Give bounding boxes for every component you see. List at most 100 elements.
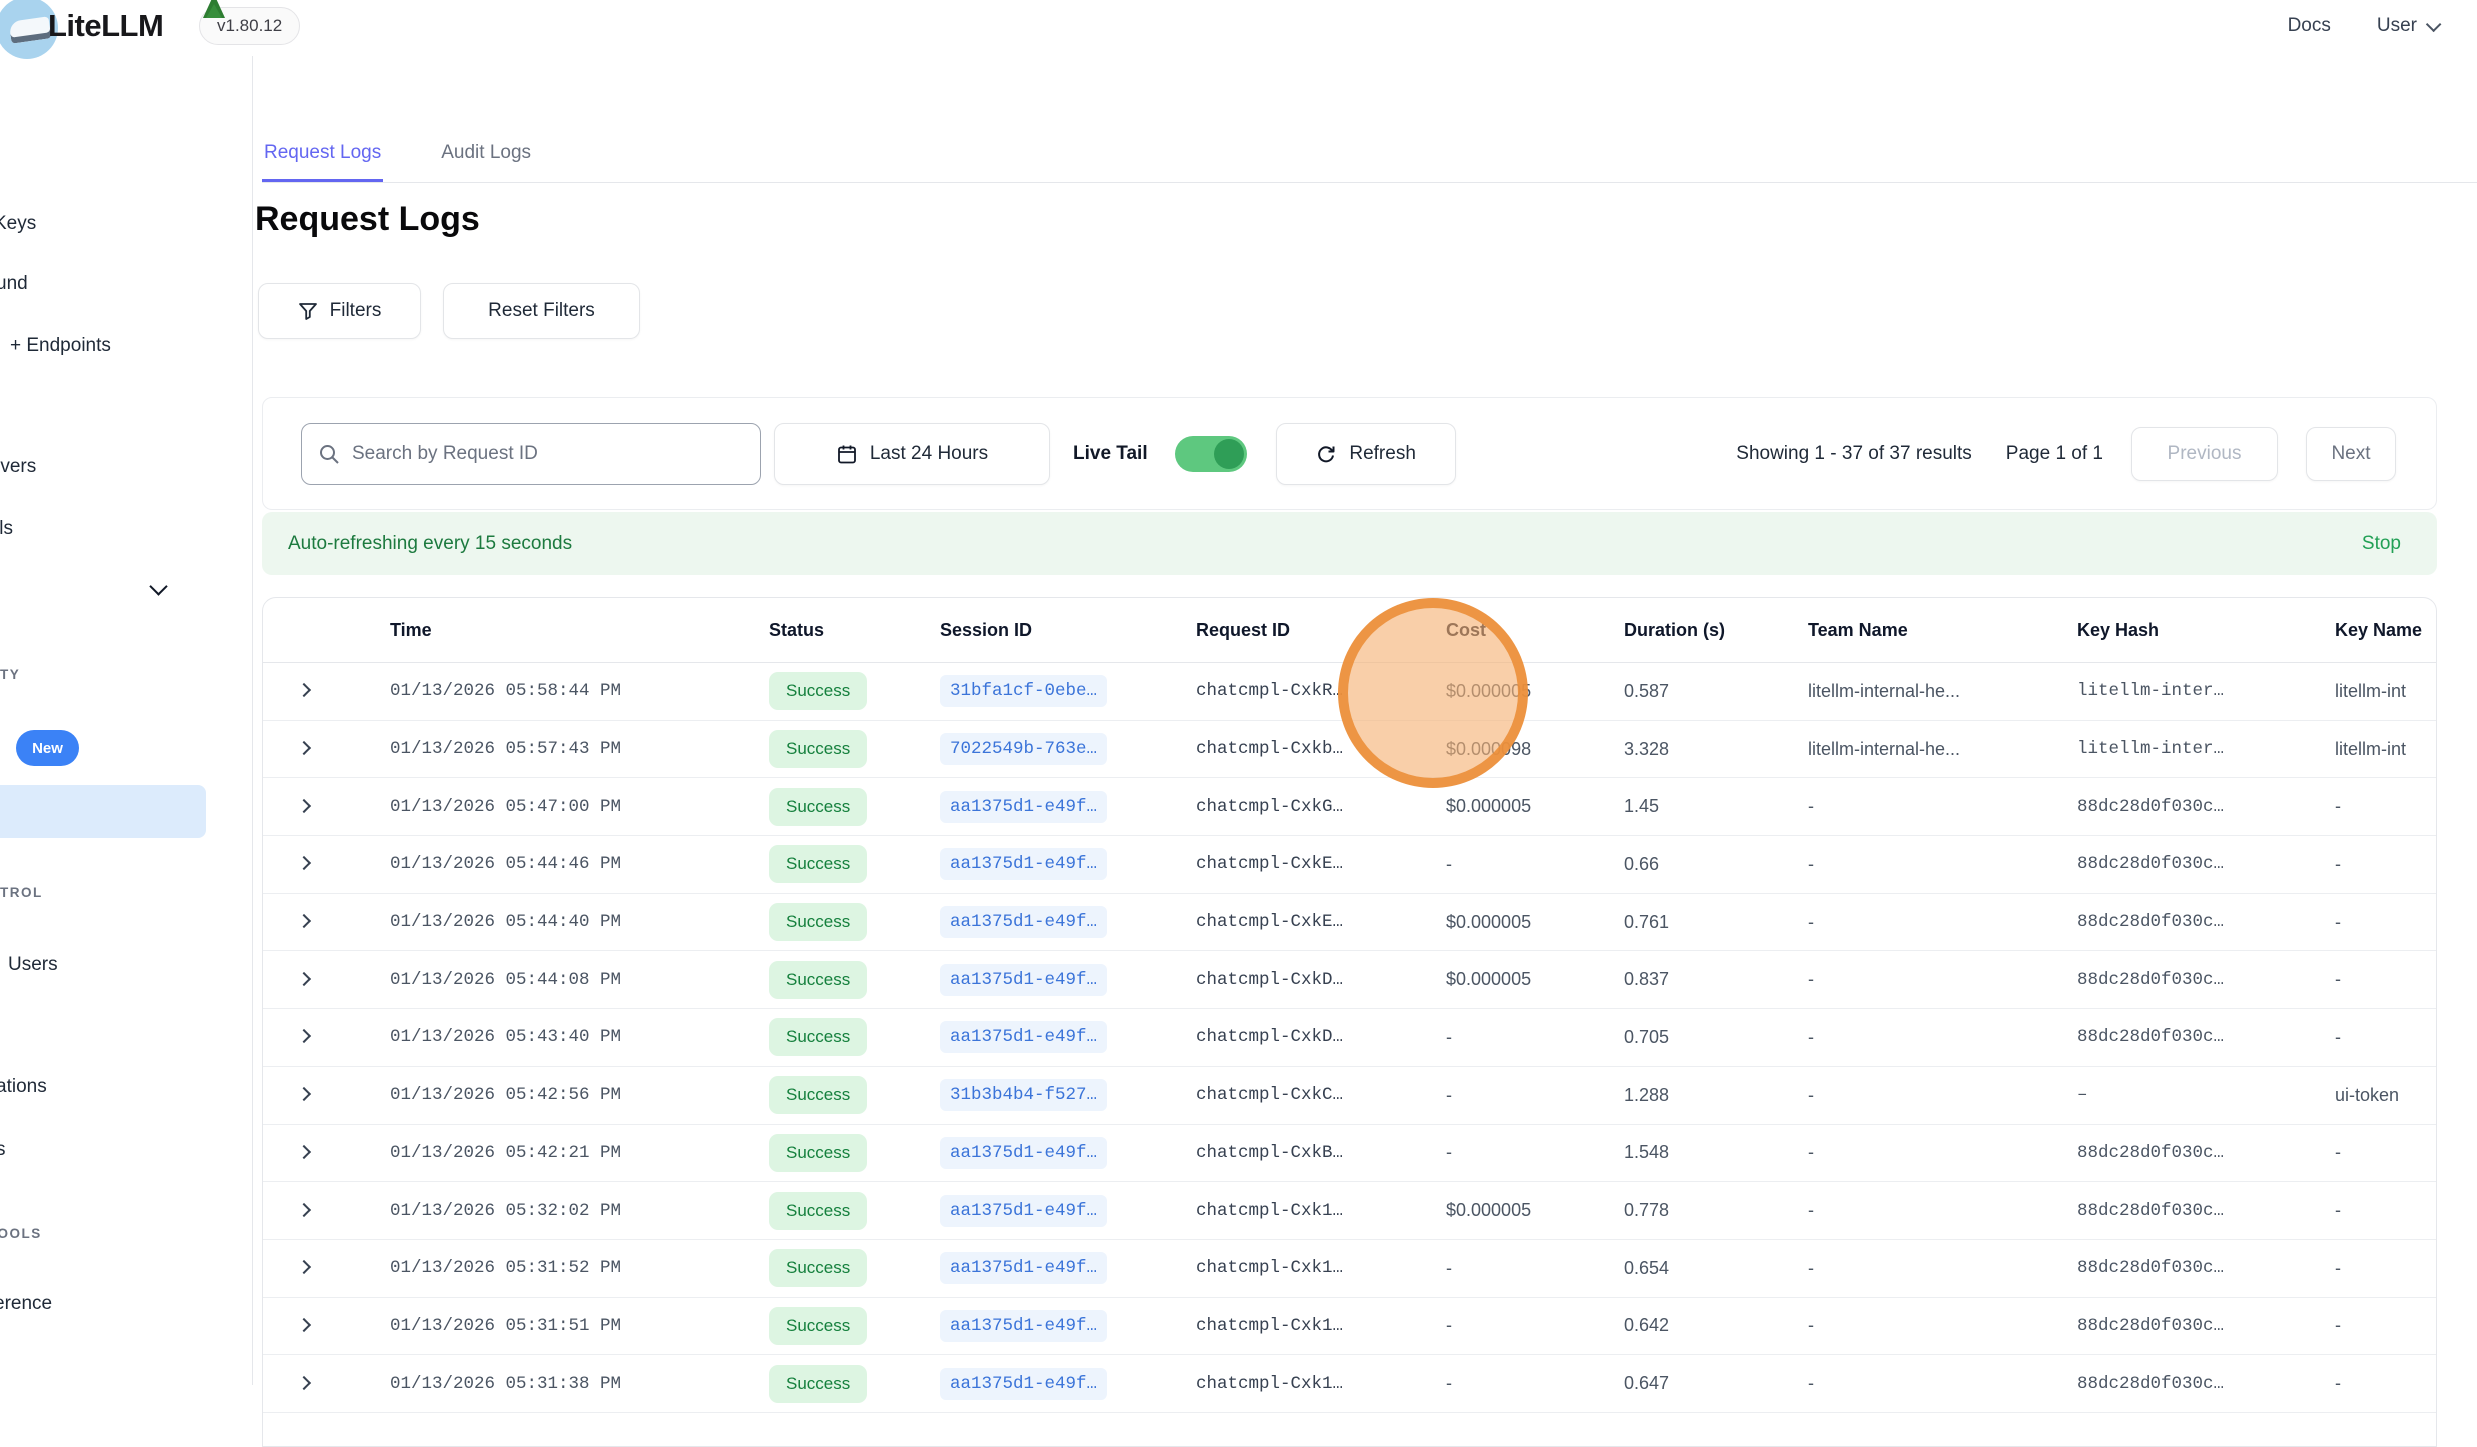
sidebar-fragment-3[interactable]: rvers [0,456,36,478]
row-key-name: - [2335,969,2436,990]
table-row: 01/13/2026 05:44:46 PMSuccess aa1375d1-e4… [263,836,2436,894]
refresh-label: Refresh [1349,443,1416,465]
filters-button[interactable]: Filters [258,283,421,339]
tab-request-logs[interactable]: Request Logs [262,130,383,182]
row-time: 01/13/2026 05:44:46 PM [390,854,769,874]
session-id-link[interactable]: aa1375d1-e49f… [940,1021,1107,1053]
table-row: 01/13/2026 05:31:38 PMSuccessaa1375d1-e4… [263,1355,2436,1413]
session-id-link[interactable]: aa1375d1-e49f… [940,848,1107,880]
sidebar-fragment-0[interactable]: Keys [0,213,36,235]
sidebar-selected-item[interactable] [0,785,206,838]
tab-audit-logs[interactable]: Audit Logs [439,130,533,182]
sidebar-fragment-4[interactable]: ils [0,518,13,540]
session-id-link[interactable]: aa1375d1-e49f… [940,1137,1107,1169]
christmas-tree-icon [203,0,225,18]
session-id-link[interactable]: aa1375d1-e49f… [940,964,1107,996]
docs-link[interactable]: Docs [2288,15,2331,37]
expand-row-icon[interactable] [297,1029,311,1043]
col-team: Team Name [1808,620,2077,641]
row-key-hash: 88dc28d0f030c… [2077,970,2335,990]
row-key-name: - [2335,1200,2436,1221]
row-duration: 0.778 [1624,1200,1808,1221]
status-badge: Success [769,961,867,999]
session-id-link[interactable]: aa1375d1-e49f… [940,1252,1107,1284]
expand-row-icon[interactable] [297,1376,311,1390]
stop-auto-refresh-link[interactable]: Stop [2362,533,2401,555]
table-row: 01/13/2026 05:31:52 PMSuccessaa1375d1-e4… [263,1240,2436,1298]
sidebar-fragment-1[interactable]: und [0,273,28,295]
session-id-link[interactable]: aa1375d1-e49f… [940,1195,1107,1227]
status-badge: Success [769,845,867,883]
expand-row-icon[interactable] [297,856,311,870]
expand-row-icon[interactable] [297,1202,311,1216]
previous-page-button[interactable]: Previous [2131,427,2278,481]
sidebar-fragment-8[interactable]: ations [0,1076,47,1098]
time-range-button[interactable]: Last 24 Hours [774,423,1050,485]
row-cost: - [1446,854,1624,875]
row-team-name: - [1808,1373,2077,1394]
sidebar-fragment-11[interactable]: erence [0,1293,52,1315]
expand-row-icon[interactable] [297,1087,311,1101]
row-request-id: chatcmpl-Cxk1… [1196,1316,1446,1336]
session-id-link[interactable]: aa1375d1-e49f… [940,906,1107,938]
reset-filters-button[interactable]: Reset Filters [443,283,640,339]
sidebar-fragment-2[interactable]: + Endpoints [10,335,111,357]
expand-row-icon[interactable] [297,799,311,813]
request-logs-table: Time Status Session ID Request ID Cost D… [262,597,2437,1447]
next-page-button[interactable]: Next [2306,427,2396,481]
row-cost: - [1446,1085,1624,1106]
row-request-id: chatcmpl-CxkE… [1196,912,1446,932]
row-time: 01/13/2026 05:32:02 PM [390,1201,769,1221]
row-team-name: litellm-internal-he... [1808,681,2077,702]
page-indicator: Page 1 of 1 [2006,443,2103,465]
sidebar-fragment-7[interactable]: Users [8,954,58,976]
row-request-id: chatcmpl-CxkD… [1196,970,1446,990]
user-menu[interactable]: User [2377,15,2437,37]
row-time: 01/13/2026 05:43:40 PM [390,1027,769,1047]
row-time: 01/13/2026 05:31:38 PM [390,1374,769,1394]
row-team-name: - [1808,912,2077,933]
sidebar-collapse-chevron-icon[interactable] [149,577,167,595]
refresh-button[interactable]: Refresh [1276,423,1456,485]
status-badge: Success [769,788,867,826]
user-menu-label: User [2377,15,2417,37]
row-team-name: litellm-internal-he... [1808,739,2077,760]
filters-button-label: Filters [330,300,382,322]
row-key-name: - [2335,1315,2436,1336]
session-id-link[interactable]: aa1375d1-e49f… [940,1368,1107,1400]
session-id-link[interactable]: 31b3b4b4-f527… [940,1079,1107,1111]
expand-row-icon[interactable] [297,1260,311,1274]
expand-row-icon[interactable] [297,683,311,697]
live-tail-label: Live Tail [1073,443,1148,465]
expand-row-icon[interactable] [297,972,311,986]
row-key-hash: litellm-inter… [2077,681,2335,701]
search-box [301,423,761,485]
row-request-id: chatcmpl-Cxk1… [1196,1258,1446,1278]
row-key-name: - [2335,1027,2436,1048]
expand-row-icon[interactable] [297,1318,311,1332]
session-id-link[interactable]: aa1375d1-e49f… [940,1310,1107,1342]
expand-row-icon[interactable] [297,914,311,928]
row-cost: $0.000005 [1446,681,1624,702]
session-id-link[interactable]: 31bfa1cf-0ebe… [940,675,1107,707]
row-duration: 0.837 [1624,969,1808,990]
row-team-name: - [1808,1027,2077,1048]
row-duration: 1.548 [1624,1142,1808,1163]
toggle-knob [1214,439,1244,469]
live-tail-toggle[interactable] [1175,436,1247,472]
search-input[interactable] [352,443,744,465]
row-team-name: - [1808,1258,2077,1279]
session-id-link[interactable]: 7022549b-763e… [940,733,1107,765]
row-team-name: - [1808,1085,2077,1106]
session-id-link[interactable]: aa1375d1-e49f… [940,791,1107,823]
row-team-name: - [1808,969,2077,990]
expand-row-icon[interactable] [297,1145,311,1159]
table-row: 01/13/2026 05:47:00 PMSuccessaa1375d1-e4… [263,778,2436,836]
expand-row-icon[interactable] [297,741,311,755]
row-team-name: - [1808,1200,2077,1221]
app-header: LiteLLM v1.80.12 Docs User [0,0,2477,56]
row-key-name: - [2335,912,2436,933]
sidebar-fragment-9[interactable]: s [0,1139,6,1161]
row-time: 01/13/2026 05:31:51 PM [390,1316,769,1336]
row-team-name: - [1808,1315,2077,1336]
